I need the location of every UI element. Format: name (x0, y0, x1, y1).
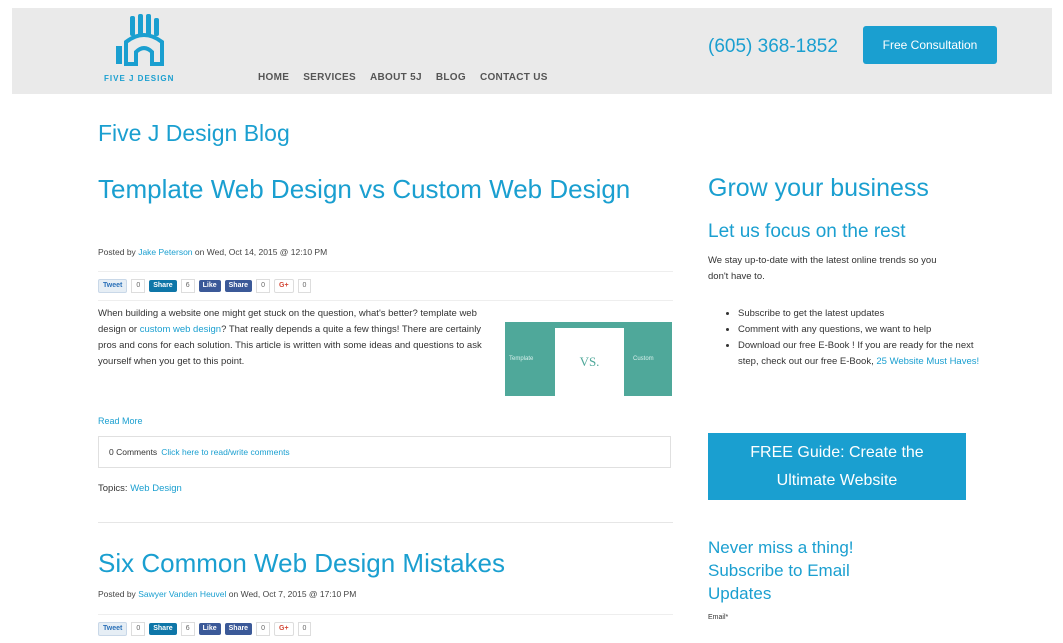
free-guide-button[interactable]: FREE Guide: Create the Ultimate Website (708, 433, 966, 500)
list-item: Comment with any questions, we want to h… (738, 322, 988, 338)
share-bar: Tweet 0 Share 6 Like Share 0 G+ 0 (98, 271, 673, 301)
topic-link[interactable]: Web Design (130, 483, 182, 494)
guide-line-1: FREE Guide: Create the (750, 443, 924, 461)
thumb-left-label: Template (509, 356, 534, 362)
post-divider (98, 522, 673, 523)
post-excerpt: When building a website one might get st… (98, 306, 483, 370)
custom-web-design-link[interactable]: custom web design (140, 324, 221, 335)
google-plus-button[interactable]: G+ (274, 279, 294, 293)
sidebar-heading: Grow your business (708, 174, 929, 202)
comments-box: 0 Comments Click here to read/write comm… (98, 436, 671, 468)
post-thumbnail[interactable]: Template VS. Custom (505, 322, 672, 396)
logo-text: FIVE J DESIGN (104, 74, 175, 83)
tweet-count-2: 0 (131, 622, 146, 636)
sidebar-intro: We stay up-to-date with the latest onlin… (708, 255, 937, 282)
tweet-button-2[interactable]: Tweet (98, 622, 128, 636)
comments-link[interactable]: Click here to read/write comments (161, 447, 290, 457)
post-meta: Posted by Jake Peterson on Wed, Oct 14, … (98, 247, 327, 257)
nav-contact[interactable]: CONTACT US (480, 72, 548, 83)
nav-services[interactable]: SERVICES (303, 72, 356, 83)
subscribe-heading: Never miss a thing! Subscribe to Email U… (708, 538, 854, 603)
linkedin-count-2: 6 (180, 622, 195, 636)
nav-blog[interactable]: BLOG (436, 72, 466, 83)
phone-number[interactable]: (605) 368-1852 (708, 36, 838, 58)
linkedin-count: 6 (180, 279, 195, 293)
tweet-count: 0 (131, 279, 146, 293)
sidebar-benefits-list: Subscribe to get the latest updates Comm… (722, 306, 988, 370)
post-meta-2: Posted by Sawyer Vanden Heuvel on Wed, O… (98, 589, 356, 599)
main-nav: HOME SERVICES ABOUT 5J BLOG CONTACT US (258, 72, 548, 83)
facebook-share-button-2[interactable]: Share (224, 623, 253, 635)
nav-home[interactable]: HOME (258, 72, 289, 83)
site-header: FIVE J DESIGN HOME SERVICES ABOUT 5J BLO… (12, 8, 1052, 94)
free-consultation-button[interactable]: Free Consultation (863, 26, 997, 64)
facebook-like-button[interactable]: Like (198, 280, 221, 292)
facebook-count: 0 (256, 279, 270, 293)
meta-date-2: on Wed, Oct 7, 2015 @ 17:10 PM (228, 589, 357, 599)
nav-about[interactable]: ABOUT 5J (370, 72, 422, 83)
post-topics: Topics: Web Design (98, 483, 182, 494)
thumb-right-label: Custom (633, 356, 654, 362)
google-plus-count-2: 0 (297, 622, 312, 636)
post-title-2[interactable]: Six Common Web Design Mistakes (98, 546, 658, 580)
facebook-share-button[interactable]: Share (224, 280, 253, 292)
author-link-2[interactable]: Sawyer Vanden Heuvel (138, 589, 226, 599)
page-title: Five J Design Blog (98, 120, 290, 146)
author-link[interactable]: Jake Peterson (138, 247, 192, 257)
ebook-link[interactable]: 25 Website Must Haves! (876, 356, 979, 367)
sidebar-subheading: Let us focus on the rest (708, 221, 906, 242)
linkedin-share-button[interactable]: Share (149, 280, 177, 292)
tweet-button[interactable]: Tweet (98, 279, 128, 293)
post-title[interactable]: Template Web Design vs Custom Web Design (98, 172, 658, 206)
guide-line-2: Ultimate Website (776, 471, 898, 489)
email-label: Email* (708, 614, 729, 621)
meta-prefix-2: Posted by (98, 589, 136, 599)
meta-date: on Wed, Oct 14, 2015 @ 12:10 PM (194, 247, 328, 257)
read-more-link[interactable]: Read More (98, 416, 143, 426)
list-item: Subscribe to get the latest updates (738, 306, 988, 322)
facebook-count-2: 0 (256, 622, 270, 636)
facebook-like-button-2[interactable]: Like (198, 623, 221, 635)
comments-count: 0 Comments (109, 447, 158, 457)
list-item: Download our free E-Book ! If you are re… (738, 338, 988, 370)
topics-label: Topics: (98, 483, 128, 494)
share-bar-2: Tweet 0 Share 6 Like Share 0 G+ 0 (98, 614, 673, 643)
linkedin-share-button-2[interactable]: Share (149, 623, 177, 635)
google-plus-button-2[interactable]: G+ (274, 622, 294, 636)
meta-prefix: Posted by (98, 247, 136, 257)
google-plus-count: 0 (297, 279, 312, 293)
thumb-vs-card: VS. (555, 328, 624, 396)
